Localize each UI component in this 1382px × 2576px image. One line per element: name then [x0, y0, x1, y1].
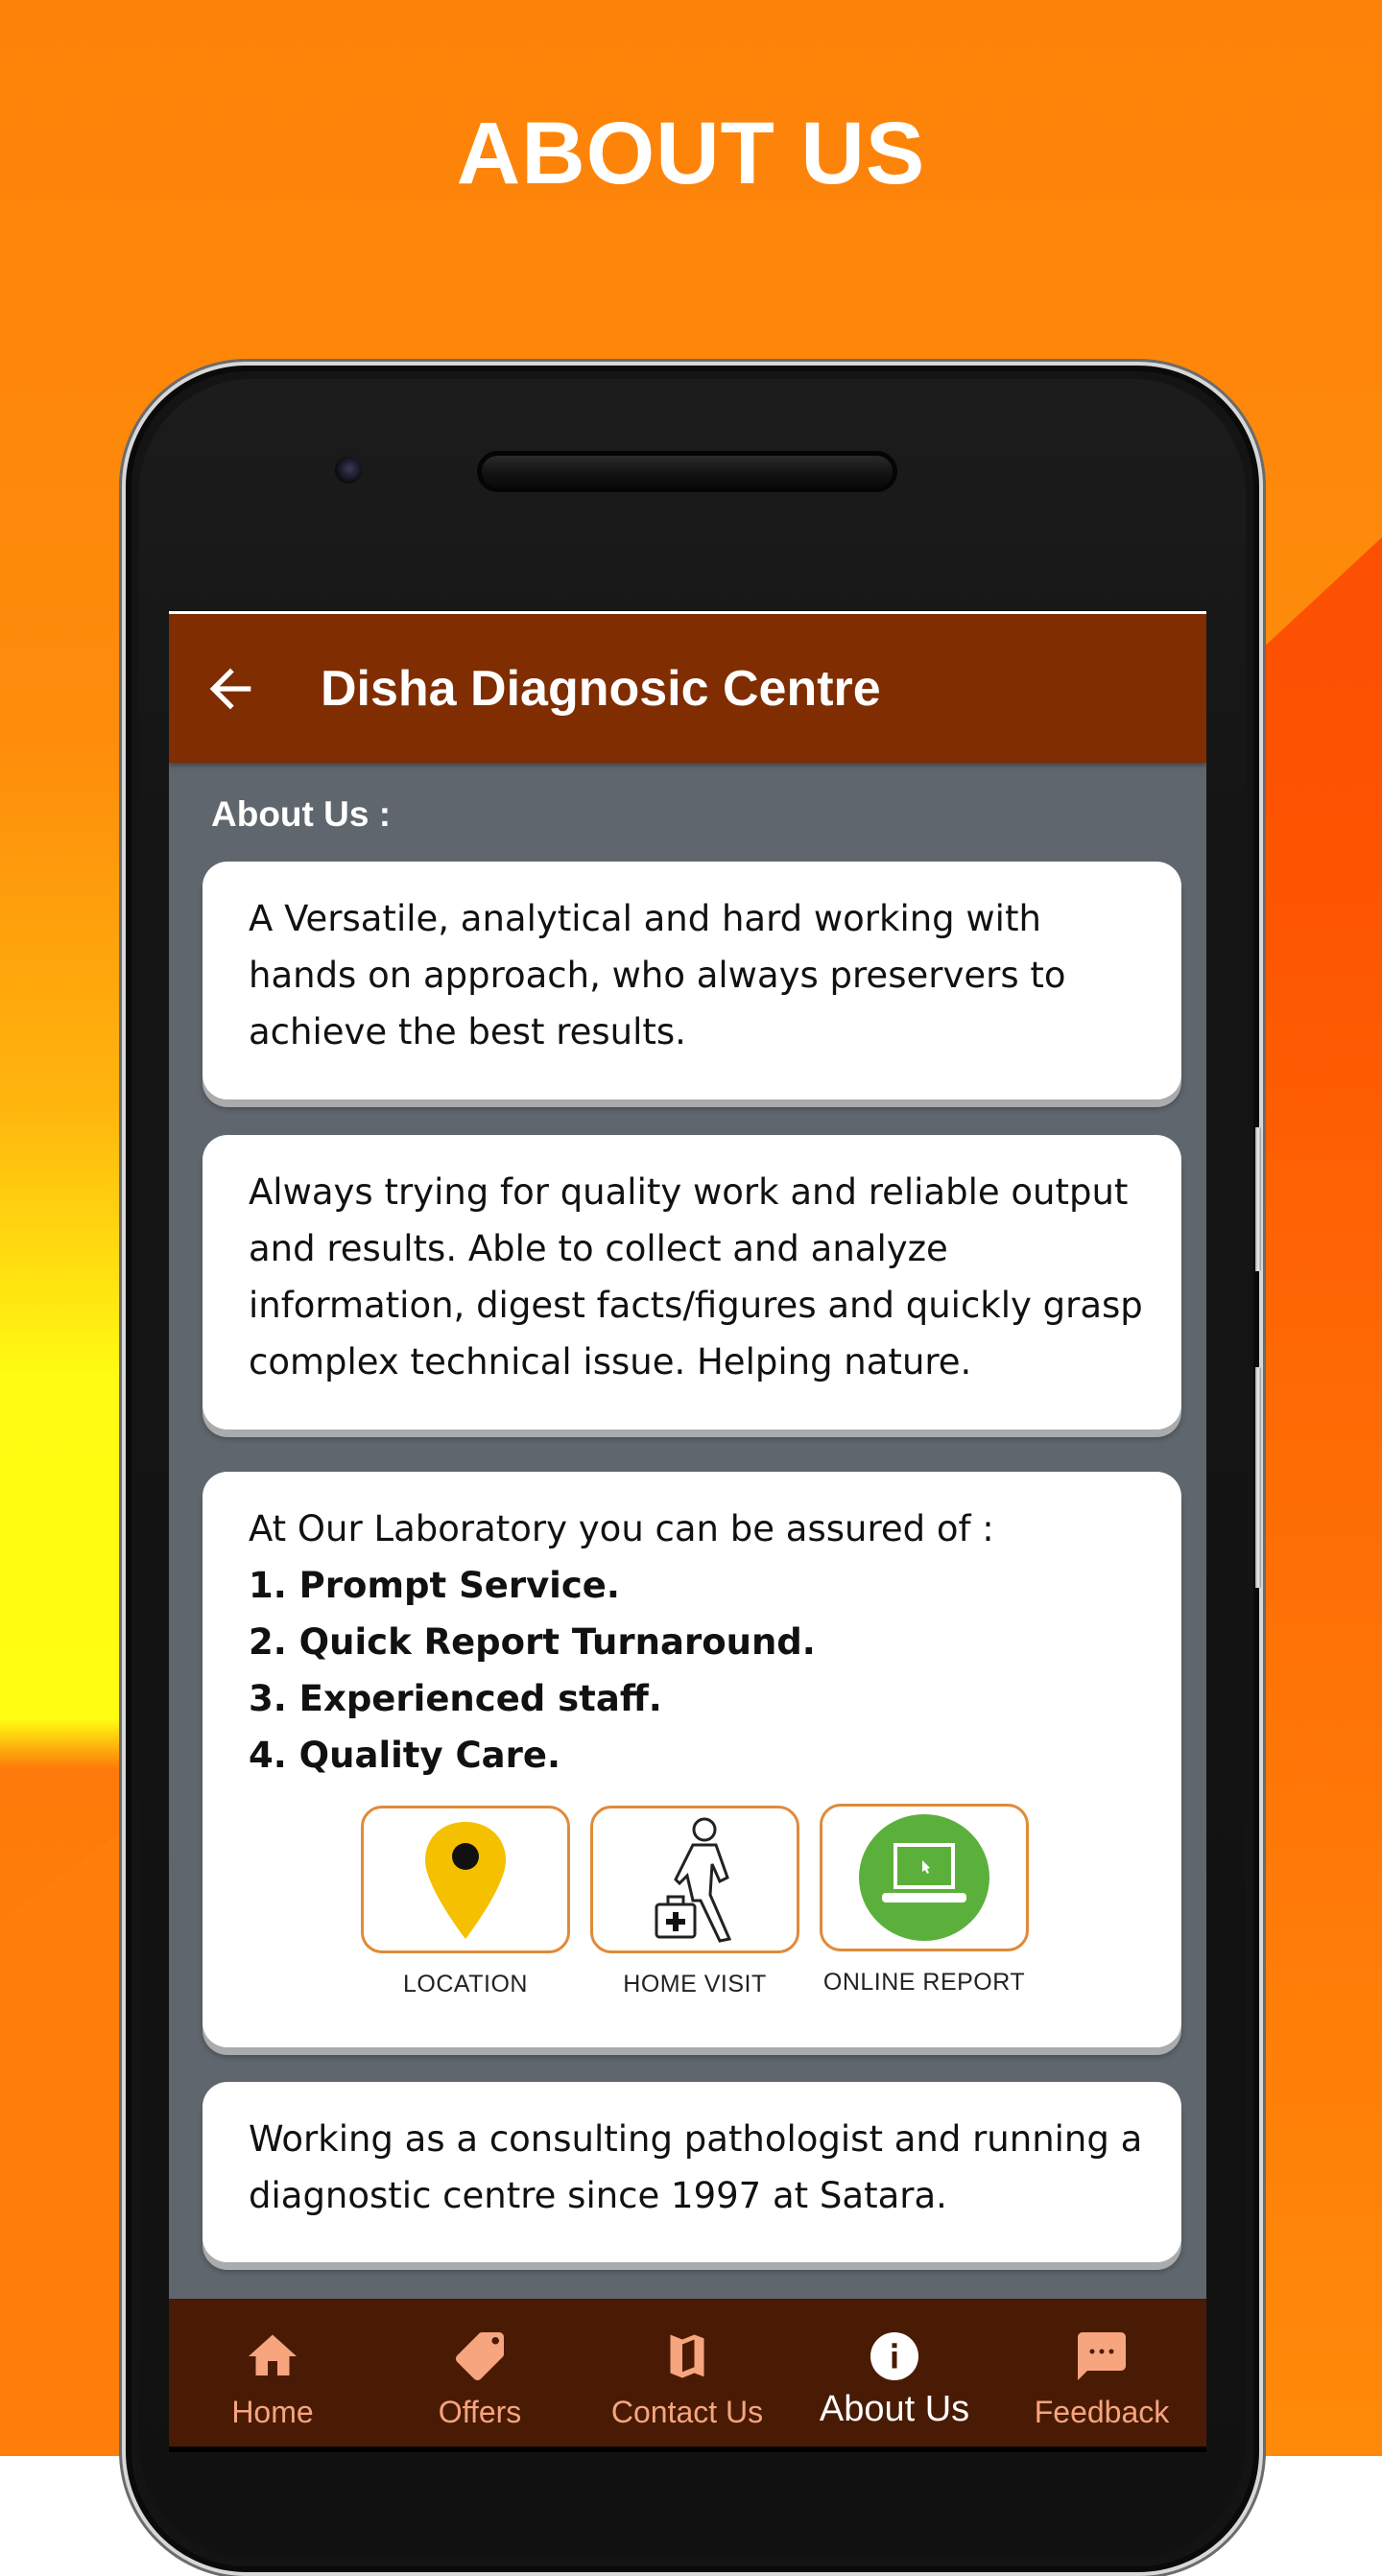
list-item: 1. Prompt Service.: [249, 1565, 620, 1606]
app-bar: Disha Diagnosic Centre: [169, 614, 1206, 763]
background-shape-right: [1248, 537, 1382, 2456]
list-item: 3. Experienced staff.: [249, 1678, 662, 1719]
screen-edge: [169, 2446, 1206, 2452]
arrow-left-icon: [209, 668, 251, 710]
nav-item-feedback[interactable]: Feedback: [998, 2299, 1205, 2446]
nav-label: Feedback: [1034, 2395, 1170, 2429]
card-text: Always trying for quality work and relia…: [249, 1171, 1143, 1383]
nav-label: Home: [231, 2395, 314, 2429]
feature-online-report: ONLINE REPORT: [820, 1804, 1029, 1997]
doctor-home-visit-icon: [655, 1817, 732, 1943]
back-button[interactable]: [200, 658, 261, 720]
info-icon: [870, 2332, 918, 2380]
bottom-navigation: Home Offers Contact Us About Us Feedback: [169, 2299, 1206, 2446]
tag-icon: [456, 2332, 504, 2380]
about-card: Working as a consulting pathologist and …: [203, 2082, 1181, 2262]
list-item: 4. Quality Care.: [249, 1735, 561, 1776]
chat-icon: [1078, 2332, 1126, 2380]
map-icon: [670, 2334, 704, 2378]
feature-home-visit: HOME VISIT: [590, 1806, 799, 1998]
feature-label: LOCATION: [403, 1971, 528, 1997]
about-card: A Versatile, analytical and hard working…: [203, 862, 1181, 1099]
feature-label: ONLINE REPORT: [822, 1969, 1026, 1996]
feature-label: HOME VISIT: [623, 1971, 767, 1997]
phone-camera: [335, 457, 362, 484]
phone-side-button: [1255, 1127, 1261, 1271]
nav-label: Offers: [438, 2395, 522, 2429]
nav-item-about-us[interactable]: About Us: [791, 2299, 998, 2446]
card-text: Working as a consulting pathologist and …: [249, 2118, 1143, 2216]
section-label: About Us :: [211, 794, 392, 834]
nav-label: Contact Us: [610, 2395, 764, 2429]
nav-item-contact-us[interactable]: Contact Us: [584, 2299, 791, 2446]
nav-item-offers[interactable]: Offers: [376, 2299, 584, 2446]
phone-speaker: [482, 456, 893, 487]
app-title: Disha Diagnosic Centre: [321, 661, 881, 717]
app-screen: Disha Diagnosic Centre About Us : A Vers…: [169, 611, 1206, 2452]
laptop-icon: [859, 1814, 989, 1941]
home-icon: [249, 2334, 297, 2375]
promo-headline: ABOUT US: [456, 105, 926, 202]
card-intro: At Our Laboratory you can be assured of …: [249, 1508, 994, 1549]
nav-item-home[interactable]: Home: [169, 2299, 376, 2446]
feature-location: LOCATION: [361, 1806, 570, 1998]
card-text: A Versatile, analytical and hard working…: [249, 898, 1066, 1052]
nav-label: About Us: [819, 2389, 970, 2429]
list-item: 2. Quick Report Turnaround.: [249, 1621, 816, 1663]
about-card: Always trying for quality work and relia…: [203, 1135, 1181, 1430]
laboratory-card: At Our Laboratory you can be assured of …: [203, 1472, 1181, 2047]
phone-side-button: [1255, 1367, 1261, 1588]
map-pin-icon: [425, 1822, 506, 1939]
